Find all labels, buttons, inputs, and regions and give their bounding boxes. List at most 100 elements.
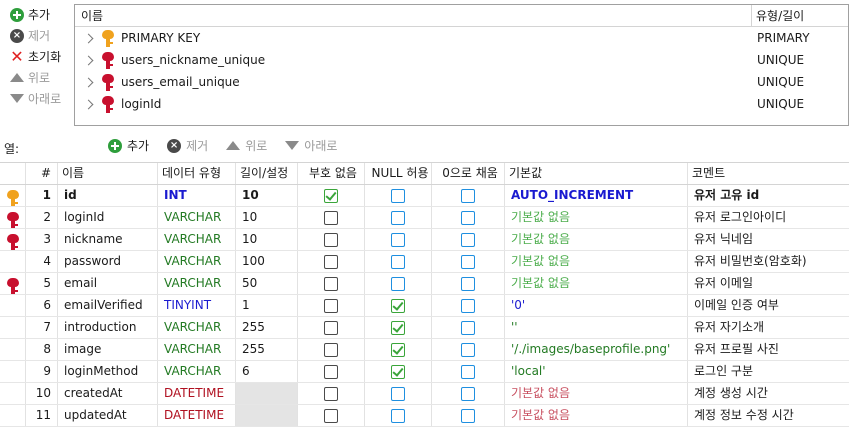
index-list[interactable]: 이름 유형/길이 PRIMARY KEY PRIMARY users_nicknam… [74, 4, 849, 126]
allow-null-checkbox[interactable] [391, 342, 405, 357]
column-comment-cell[interactable]: 유저 프로필 사진 [688, 339, 849, 360]
column-default-cell[interactable]: 'local' [505, 361, 688, 382]
column-name-cell[interactable]: email [58, 273, 158, 294]
index-row[interactable]: users_email_unique UNIQUE [75, 71, 848, 93]
table-row[interactable]: 5 email VARCHAR 50 기본값 없음 유저 이메일 [0, 273, 849, 295]
table-row[interactable]: 4 password VARCHAR 100 기본값 없음 유저 비밀번호(암호화) [0, 251, 849, 273]
column-length-cell[interactable]: 50 [236, 273, 298, 294]
grid-header-unsigned[interactable]: 부호 없음 [298, 163, 365, 184]
column-type-cell[interactable]: TINYINT [158, 295, 236, 316]
index-header-name[interactable]: 이름 [75, 5, 751, 26]
column-type-cell[interactable]: VARCHAR [158, 317, 236, 338]
table-row[interactable]: 2 loginId VARCHAR 10 기본값 없음 유저 로그인아이디 [0, 207, 849, 229]
column-comment-cell[interactable]: 유저 비밀번호(암호화) [688, 251, 849, 272]
index-header-type[interactable]: 유형/길이 [751, 5, 848, 26]
column-type-cell[interactable]: VARCHAR [158, 229, 236, 250]
unsigned-checkbox[interactable] [324, 408, 338, 423]
column-comment-cell[interactable]: 유저 고유 id [688, 185, 849, 206]
zerofill-checkbox[interactable] [461, 364, 475, 379]
unsigned-checkbox[interactable] [324, 276, 338, 291]
zerofill-checkbox[interactable] [461, 254, 475, 269]
index-row[interactable]: loginId UNIQUE [75, 93, 848, 115]
column-comment-cell[interactable]: 계정 생성 시간 [688, 383, 849, 404]
zerofill-checkbox[interactable] [461, 232, 475, 247]
column-name-cell[interactable]: createdAt [58, 383, 158, 404]
column-down-button[interactable]: 아래로 [285, 137, 337, 154]
grid-header-length[interactable]: 길이/설정 [236, 163, 298, 184]
unsigned-checkbox[interactable] [324, 342, 338, 357]
allow-null-checkbox[interactable] [391, 320, 405, 335]
allow-null-checkbox[interactable] [391, 276, 405, 291]
column-comment-cell[interactable]: 유저 이메일 [688, 273, 849, 294]
column-type-cell[interactable]: VARCHAR [158, 339, 236, 360]
zerofill-checkbox[interactable] [461, 408, 475, 423]
column-name-cell[interactable]: updatedAt [58, 405, 158, 426]
table-row[interactable]: 6 emailVerified TINYINT 1 '0' 이메일 인증 여부 [0, 295, 849, 317]
index-up-button[interactable]: 위로 [0, 67, 72, 88]
column-length-cell[interactable]: 100 [236, 251, 298, 272]
column-default-cell[interactable]: 기본값 없음 [505, 405, 688, 426]
allow-null-checkbox[interactable] [391, 298, 405, 313]
allow-null-checkbox[interactable] [391, 386, 405, 401]
table-row[interactable]: 8 image VARCHAR 255 '/./images/baseprofile.p… [0, 339, 849, 361]
column-length-cell[interactable]: 255 [236, 339, 298, 360]
unsigned-checkbox[interactable] [324, 364, 338, 379]
column-type-cell[interactable]: INT [158, 185, 236, 206]
table-row[interactable]: 1 id INT 10 AUTO_INCREMENT 유저 고유 id [0, 185, 849, 207]
grid-header-name[interactable]: 이름 [58, 163, 158, 184]
table-row[interactable]: 10 createdAt DATETIME 기본값 없음 계정 생성 시간 [0, 383, 849, 405]
grid-header-num[interactable]: # [26, 163, 58, 184]
column-default-cell[interactable]: '' [505, 317, 688, 338]
column-length-cell[interactable]: 255 [236, 317, 298, 338]
unsigned-checkbox[interactable] [324, 254, 338, 269]
column-default-cell[interactable]: 기본값 없음 [505, 273, 688, 294]
column-name-cell[interactable]: image [58, 339, 158, 360]
column-length-cell[interactable]: 10 [236, 229, 298, 250]
unsigned-checkbox[interactable] [324, 320, 338, 335]
unsigned-checkbox[interactable] [324, 232, 338, 247]
index-down-button[interactable]: 아래로 [0, 88, 72, 109]
column-default-cell[interactable]: '0' [505, 295, 688, 316]
column-length-cell[interactable]: 6 [236, 361, 298, 382]
column-up-button[interactable]: 위로 [226, 137, 267, 154]
table-row[interactable]: 3 nickname VARCHAR 10 기본값 없음 유저 닉네임 [0, 229, 849, 251]
allow-null-checkbox[interactable] [391, 364, 405, 379]
allow-null-checkbox[interactable] [391, 188, 405, 203]
grid-header-null[interactable]: NULL 허용 [365, 163, 432, 184]
allow-null-checkbox[interactable] [391, 210, 405, 225]
column-default-cell[interactable]: '/./images/baseprofile.png' [505, 339, 688, 360]
column-type-cell[interactable]: VARCHAR [158, 273, 236, 294]
allow-null-checkbox[interactable] [391, 254, 405, 269]
grid-header-zerofill[interactable]: 0으로 채움 [432, 163, 505, 184]
column-comment-cell[interactable]: 로그인 구분 [688, 361, 849, 382]
zerofill-checkbox[interactable] [461, 210, 475, 225]
index-add-button[interactable]: 추가 [0, 4, 72, 25]
chevron-right-icon[interactable] [83, 55, 94, 65]
column-comment-cell[interactable]: 계정 정보 수정 시간 [688, 405, 849, 426]
table-row[interactable]: 11 updatedAt DATETIME 기본값 없음 계정 정보 수정 시간 [0, 405, 849, 427]
column-default-cell[interactable]: 기본값 없음 [505, 383, 688, 404]
column-remove-button[interactable]: × 제거 [167, 137, 208, 154]
column-type-cell[interactable]: VARCHAR [158, 207, 236, 228]
zerofill-checkbox[interactable] [461, 320, 475, 335]
column-default-cell[interactable]: 기본값 없음 [505, 251, 688, 272]
column-name-cell[interactable]: loginMethod [58, 361, 158, 382]
column-type-cell[interactable]: VARCHAR [158, 361, 236, 382]
grid-header-comment[interactable]: 코멘트 [688, 163, 849, 184]
column-default-cell[interactable]: 기본값 없음 [505, 229, 688, 250]
zerofill-checkbox[interactable] [461, 342, 475, 357]
column-name-cell[interactable]: nickname [58, 229, 158, 250]
index-remove-button[interactable]: × 제거 [0, 25, 72, 46]
column-length-cell[interactable]: 1 [236, 295, 298, 316]
zerofill-checkbox[interactable] [461, 298, 475, 313]
column-default-cell[interactable]: AUTO_INCREMENT [505, 185, 688, 206]
index-clear-button[interactable]: ✕ 초기화 [0, 46, 72, 67]
column-type-cell[interactable]: VARCHAR [158, 251, 236, 272]
column-length-cell[interactable]: 10 [236, 207, 298, 228]
zerofill-checkbox[interactable] [461, 188, 475, 203]
unsigned-checkbox[interactable] [324, 386, 338, 401]
table-row[interactable]: 7 introduction VARCHAR 255 '' 유저 자기소개 [0, 317, 849, 339]
index-row[interactable]: PRIMARY KEY PRIMARY [75, 27, 848, 49]
column-length-cell[interactable] [236, 383, 298, 404]
column-comment-cell[interactable]: 유저 자기소개 [688, 317, 849, 338]
